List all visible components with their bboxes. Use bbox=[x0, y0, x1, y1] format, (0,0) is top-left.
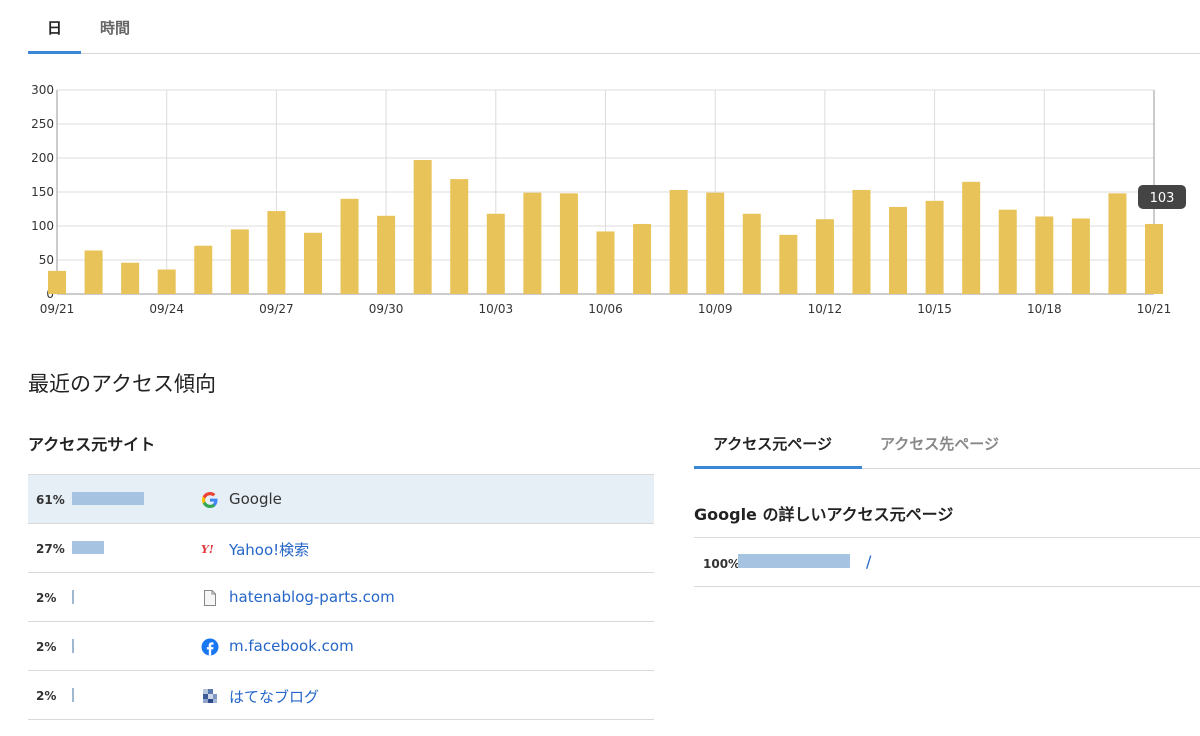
site-link[interactable]: Yahoo!検索 bbox=[229, 539, 309, 560]
hatena-blog-icon bbox=[201, 687, 219, 705]
site-link[interactable]: Google bbox=[229, 490, 282, 508]
pages-tabs: アクセス元ページ アクセス先ページ bbox=[694, 420, 1200, 469]
y-tick-label: 50 bbox=[39, 253, 54, 267]
chart-bar bbox=[48, 270, 66, 294]
tab-landing-pages[interactable]: アクセス先ページ bbox=[880, 433, 999, 454]
page-link[interactable]: / bbox=[866, 552, 871, 571]
chart-bar bbox=[1108, 193, 1127, 294]
list-item[interactable]: 27% Y! Yahoo!検索 bbox=[28, 524, 654, 573]
percent-label: 2% bbox=[36, 591, 57, 605]
share-bar bbox=[72, 541, 104, 554]
access-pages-panel: アクセス元ページ アクセス先ページ Google の詳しいアクセス元ページ 10… bbox=[694, 420, 1200, 587]
chart-bar bbox=[559, 193, 578, 294]
x-tick-label: 10/06 bbox=[588, 302, 623, 316]
chart-bar bbox=[1071, 218, 1090, 294]
share-bar bbox=[72, 639, 74, 653]
list-item[interactable]: 2% はてなブログ bbox=[28, 671, 654, 720]
y-tick-label: 200 bbox=[31, 151, 54, 165]
x-tick-label: 09/27 bbox=[259, 302, 294, 316]
chart-bar bbox=[157, 269, 176, 294]
referrer-pages-list: 100% / bbox=[694, 537, 1200, 587]
x-tick-label: 09/24 bbox=[149, 302, 184, 316]
share-bar bbox=[72, 590, 74, 604]
chart-bar bbox=[194, 245, 213, 294]
facebook-icon bbox=[201, 638, 219, 656]
chart-bar bbox=[340, 198, 359, 294]
tab-referrer-pages[interactable]: アクセス元ページ bbox=[713, 433, 832, 454]
chart-bar bbox=[998, 209, 1017, 294]
chart-bar bbox=[706, 192, 725, 294]
chart-bar bbox=[1145, 223, 1163, 294]
share-bar bbox=[72, 688, 74, 702]
list-item[interactable]: 2% hatenablog-parts.com bbox=[28, 573, 654, 622]
chart-bar bbox=[1035, 216, 1054, 294]
x-tick-label: 10/09 bbox=[698, 302, 733, 316]
active-tab-indicator bbox=[694, 466, 862, 469]
share-bar bbox=[738, 554, 850, 568]
google-icon bbox=[201, 491, 219, 509]
y-tick-label: 250 bbox=[31, 117, 54, 131]
active-tab-indicator bbox=[28, 51, 81, 54]
chart-bar bbox=[852, 189, 871, 294]
period-tabs: 日 時間 bbox=[28, 0, 1200, 54]
svg-text:Y!: Y! bbox=[201, 543, 214, 556]
chart-bar bbox=[779, 234, 798, 294]
chart-bar bbox=[815, 219, 834, 294]
site-link[interactable]: hatenablog-parts.com bbox=[229, 588, 395, 606]
chart-bar bbox=[633, 223, 652, 294]
access-bar-chart: 05010015020025030009/2109/2409/2709/3010… bbox=[31, 83, 1186, 316]
tab-hour[interactable]: 時間 bbox=[100, 17, 130, 38]
chart-bar bbox=[523, 192, 542, 294]
site-link[interactable]: m.facebook.com bbox=[229, 637, 354, 655]
list-item[interactable]: 2% m.facebook.com bbox=[28, 622, 654, 671]
detail-heading: Google の詳しいアクセス元ページ bbox=[694, 505, 954, 524]
chart-bar bbox=[377, 215, 396, 294]
chart-bar bbox=[84, 250, 103, 294]
x-tick-label: 09/30 bbox=[369, 302, 404, 316]
x-tick-label: 10/15 bbox=[917, 302, 952, 316]
chart-bar bbox=[596, 231, 615, 294]
chart-bar bbox=[230, 229, 249, 294]
document-icon bbox=[201, 589, 219, 607]
x-tick-label: 09/21 bbox=[40, 302, 75, 316]
x-tick-label: 10/21 bbox=[1137, 302, 1172, 316]
x-tick-label: 10/18 bbox=[1027, 302, 1062, 316]
y-tick-label: 150 bbox=[31, 185, 54, 199]
percent-label: 61% bbox=[36, 493, 65, 507]
percent-label: 27% bbox=[36, 542, 65, 556]
x-tick-label: 10/03 bbox=[479, 302, 514, 316]
chart-bar bbox=[925, 200, 944, 294]
percent-label: 2% bbox=[36, 640, 57, 654]
chart-bar bbox=[889, 206, 908, 294]
chart-bar bbox=[962, 181, 981, 294]
yahoo-icon: Y! bbox=[201, 540, 219, 558]
access-source-sites-list: 61% Google 27% Y! Yahoo!検索 2% hatenablog… bbox=[28, 474, 654, 720]
percent-label: 100% bbox=[703, 557, 741, 571]
access-source-sites-heading: アクセス元サイト bbox=[28, 435, 156, 454]
y-tick-label: 300 bbox=[31, 83, 54, 97]
percent-label: 2% bbox=[36, 689, 57, 703]
chart-bar bbox=[267, 211, 286, 294]
access-source-sites-panel: アクセス元サイト 61% Google 27% Y! Yahoo!検索 2% h… bbox=[28, 430, 654, 720]
site-link[interactable]: はてなブログ bbox=[229, 686, 319, 707]
chart-bar bbox=[742, 213, 761, 294]
chart-bar bbox=[121, 262, 140, 294]
list-item[interactable]: 61% Google bbox=[28, 475, 654, 524]
chart-bar bbox=[450, 179, 469, 294]
list-item[interactable]: 100% / bbox=[694, 538, 1200, 587]
tab-day[interactable]: 日 bbox=[47, 17, 62, 38]
chart-bar bbox=[669, 189, 688, 294]
chart-bar bbox=[303, 232, 322, 294]
section-title: 最近のアクセス傾向 bbox=[28, 372, 216, 396]
x-tick-label: 10/12 bbox=[808, 302, 843, 316]
share-bar bbox=[72, 492, 144, 505]
tooltip-value: 103 bbox=[1150, 191, 1175, 206]
chart-bar bbox=[413, 160, 432, 294]
chart-bar bbox=[486, 213, 505, 294]
y-tick-label: 100 bbox=[31, 219, 54, 233]
